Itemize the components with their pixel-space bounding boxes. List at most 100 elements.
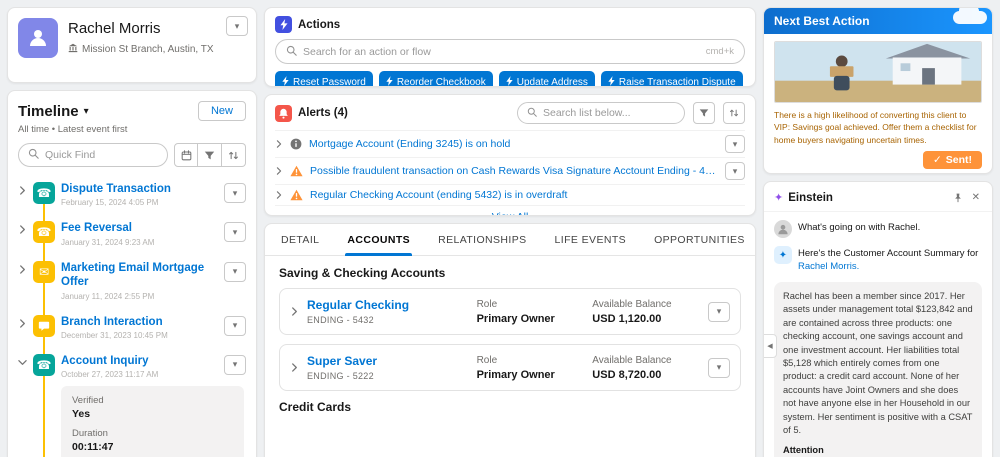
envelope-glyph: ✉ xyxy=(38,264,50,279)
alert-menu-button[interactable]: ▾ xyxy=(725,162,745,180)
timeline-item: ✉ Marketing Email Mortgage Offer January… xyxy=(18,254,246,308)
bolt-icon xyxy=(608,76,615,86)
attention-title: Attention xyxy=(783,444,824,455)
chevron-right-icon[interactable] xyxy=(275,140,283,148)
chevron-down-icon[interactable] xyxy=(18,358,27,367)
sent-button[interactable]: ✓ Sent! xyxy=(922,150,982,169)
timeline-header: Timeline ▾ New xyxy=(18,101,246,121)
profile-menu-button[interactable]: ▾ xyxy=(226,16,248,36)
tab-accounts[interactable]: ACCOUNTS xyxy=(345,224,412,256)
timeline-item-menu-button[interactable]: ▾ xyxy=(224,354,246,375)
check-icon: ✓ xyxy=(932,153,942,166)
alerts-search-input[interactable] xyxy=(543,107,675,119)
quick-action-buttons: Reset Password Reorder Checkbook Update … xyxy=(275,71,745,87)
timeline-item-link[interactable]: Branch Interaction xyxy=(61,315,218,329)
chevron-right-icon[interactable] xyxy=(290,307,299,316)
action-search-input[interactable] xyxy=(303,45,700,58)
timeline-search-input[interactable] xyxy=(45,149,158,161)
alerts-sort-button[interactable] xyxy=(723,102,745,124)
account-menu-button[interactable]: ▾ xyxy=(708,301,731,322)
timeline-list: ☎ Dispute Transaction February 15, 2024 … xyxy=(18,171,246,457)
phone-glyph: ☎ xyxy=(36,225,52,240)
date-range-button[interactable] xyxy=(174,143,198,167)
alerts-title: Alerts (4) xyxy=(298,107,348,119)
bolt-icon xyxy=(386,76,393,86)
balance-label: Available Balance xyxy=(592,354,672,366)
alert-row: Mortgage Account (Ending 3245) is on hol… xyxy=(275,130,745,157)
cloud-icon xyxy=(953,8,987,24)
timeline-toolbar-buttons xyxy=(174,143,246,167)
alerts-view-all-link[interactable]: View All xyxy=(275,205,745,215)
chevron-right-icon[interactable] xyxy=(18,265,27,274)
account-name-link[interactable]: Regular Checking xyxy=(307,298,409,312)
alerts-search xyxy=(517,102,685,124)
timeline-title[interactable]: Timeline ▾ xyxy=(18,103,89,120)
einstein-sparkle-icon: ✦ xyxy=(778,249,788,261)
alerts-filter-button[interactable] xyxy=(693,102,715,124)
alert-link[interactable]: Regular Checking Account (ending 5432) i… xyxy=(310,189,745,201)
timeline-item: Branch Interaction December 31, 2023 10:… xyxy=(18,308,246,347)
button-label: Raise Transaction Dispute xyxy=(618,77,736,87)
tab-life-events[interactable]: LIFE EVENTS xyxy=(553,224,629,255)
timeline-item-link[interactable]: Marketing Email Mortgage Offer xyxy=(61,261,218,290)
account-role-cell: Role Primary Owner xyxy=(477,299,585,325)
timeline-item-date: October 27, 2023 11:17 AM xyxy=(61,370,159,380)
chevron-right-icon[interactable] xyxy=(18,225,27,235)
chevron-right-icon[interactable] xyxy=(275,191,283,199)
timeline-item-menu-button[interactable]: ▾ xyxy=(224,222,246,243)
account-name-cell: Regular Checking ENDING - 5432 xyxy=(307,298,469,325)
next-best-action-header: Next Best Action xyxy=(764,8,992,34)
chevron-right-icon[interactable] xyxy=(18,186,27,195)
tab-opportunities[interactable]: OPPORTUNITIES xyxy=(652,224,747,255)
right-column: Next Best Action There is a high likelih… xyxy=(763,7,993,457)
account-menu-button[interactable]: ▾ xyxy=(708,357,731,378)
alert-link[interactable]: Possible fraudulent transaction on Cash … xyxy=(310,165,718,177)
timeline-new-button[interactable]: New xyxy=(197,101,246,121)
timeline-item-menu-button[interactable]: ▾ xyxy=(224,183,246,203)
next-best-action-body: There is a high likelihood of converting… xyxy=(764,34,992,173)
timeline-item-menu-button[interactable]: ▾ xyxy=(224,261,246,282)
chevron-right-icon[interactable] xyxy=(290,363,299,372)
account-name-link[interactable]: Super Saver xyxy=(307,354,377,368)
button-label: Reset Password xyxy=(293,77,366,87)
raise-transaction-dispute-button[interactable]: Raise Transaction Dispute xyxy=(600,71,743,87)
update-address-button[interactable]: Update Address xyxy=(498,71,595,86)
tab-detail[interactable]: DETAIL xyxy=(279,224,321,255)
account-ending: ENDING - 5222 xyxy=(307,371,374,381)
einstein-header: ✦ Einstein ✕ xyxy=(764,182,992,212)
chevron-right-icon[interactable] xyxy=(18,318,27,328)
einstein-sparkle-icon: ✦ xyxy=(774,192,784,204)
sort-button[interactable] xyxy=(222,143,246,167)
close-button[interactable]: ✕ xyxy=(970,190,982,205)
timeline-search xyxy=(18,143,168,167)
timeline-item: ☎ Fee Reversal January 31, 2024 9:23 AM … xyxy=(18,214,246,253)
reorder-checkbook-button[interactable]: Reorder Checkbook xyxy=(378,71,493,86)
call-icon: ☎ xyxy=(33,221,55,244)
timeline-item-menu-button[interactable]: ▾ xyxy=(224,315,246,336)
client-branch: Mission St Branch, Austin, TX xyxy=(68,43,214,56)
account-name-cell: Super Saver ENDING - 5222 xyxy=(307,354,469,381)
account-balance-cell: Available Balance USD 1,120.00 xyxy=(592,299,700,325)
einstein-avatar: ✦ xyxy=(774,246,792,264)
timeline-card: Timeline ▾ New All time • Latest event f… xyxy=(7,90,257,457)
timeline-item-link[interactable]: Dispute Transaction xyxy=(61,182,218,196)
chevron-down-icon: ▾ xyxy=(716,362,722,372)
client-name-link[interactable]: Rachel Morris. xyxy=(798,261,859,272)
tab-relationships[interactable]: RELATIONSHIPS xyxy=(436,224,528,255)
detail-field: Verified Yes xyxy=(72,395,233,420)
phone-glyph: ☎ xyxy=(36,186,52,200)
filter-button[interactable] xyxy=(198,143,222,167)
timeline-item-link[interactable]: Fee Reversal xyxy=(61,221,218,235)
chevron-right-icon[interactable] xyxy=(275,167,283,175)
alert-menu-button[interactable]: ▾ xyxy=(725,135,745,153)
credit-cards-section-title: Credit Cards xyxy=(279,400,352,414)
reset-password-button[interactable]: Reset Password xyxy=(275,71,373,87)
alert-row: Possible fraudulent transaction on Cash … xyxy=(275,157,745,184)
role-label: Role xyxy=(476,298,498,310)
user-message-text: What's going on with Rachel. xyxy=(798,222,921,233)
alert-link[interactable]: Mortgage Account (Ending 3245) is on hol… xyxy=(309,138,718,150)
panel-collapse-button[interactable]: ◀ xyxy=(764,334,777,358)
timeline-item-link[interactable]: Account Inquiry xyxy=(61,354,218,368)
pin-button[interactable] xyxy=(951,190,965,205)
summary-paragraph: Rachel has been a member since 2017. Her… xyxy=(783,290,973,436)
